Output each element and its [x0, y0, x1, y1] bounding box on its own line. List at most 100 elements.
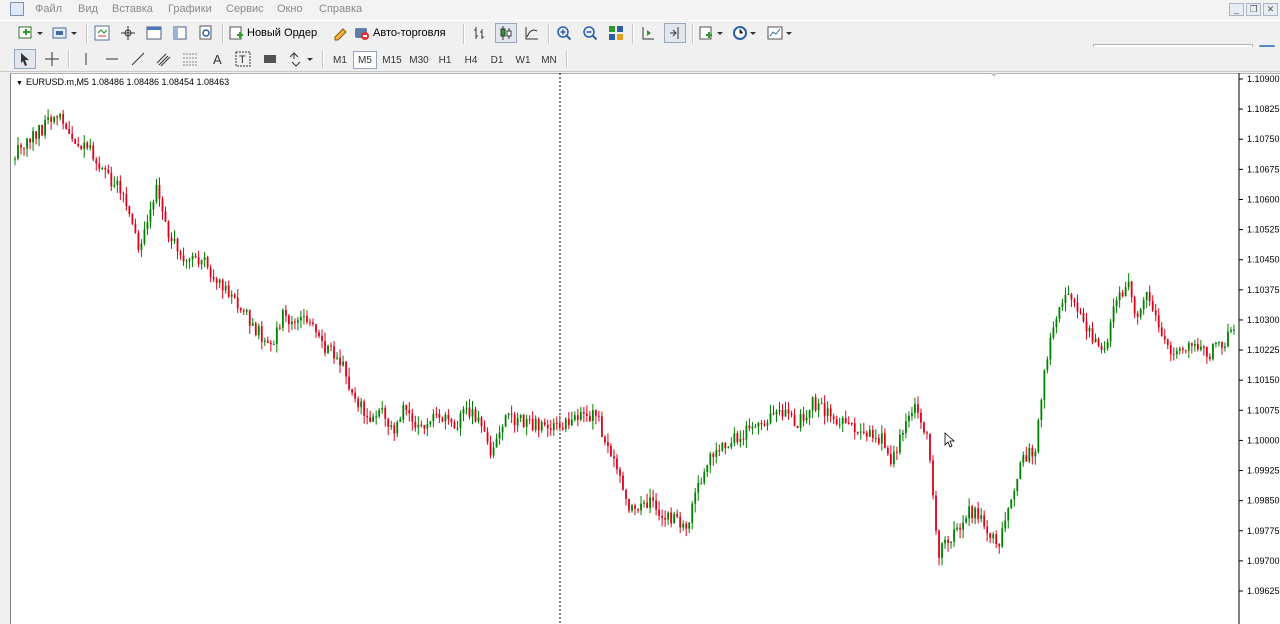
candle-body — [579, 412, 582, 420]
candle-body — [71, 133, 74, 140]
market-watch-button[interactable] — [92, 23, 112, 43]
candle-body — [1082, 313, 1085, 322]
candle-body — [751, 426, 754, 429]
fibonacci-button[interactable] — [180, 49, 200, 69]
tf-m15[interactable]: M15 — [379, 51, 405, 69]
trendline-button[interactable] — [128, 49, 148, 69]
tf-m5[interactable]: M5 — [353, 51, 377, 69]
candle-body — [1193, 344, 1196, 346]
menu-help[interactable]: Справка — [319, 3, 362, 15]
candle-body — [459, 413, 462, 429]
menu-window[interactable]: Окно — [277, 3, 303, 15]
new-order-button[interactable]: Новый Ордер — [228, 23, 324, 43]
cursor-button[interactable] — [14, 49, 36, 69]
candle-body — [673, 513, 676, 524]
candle-body — [450, 418, 453, 423]
candle-body — [381, 407, 384, 410]
tf-h1[interactable]: H1 — [433, 51, 457, 69]
chart-shift-button[interactable] — [664, 23, 686, 43]
candle-body — [1184, 349, 1187, 351]
candle-body — [826, 408, 829, 416]
candle-body — [176, 238, 179, 252]
candle-body — [622, 475, 624, 490]
zoom-in-button[interactable] — [554, 23, 574, 43]
candle-body — [432, 413, 435, 422]
line-chart-button[interactable] — [522, 23, 542, 43]
price-label: 1.10075 — [1247, 405, 1280, 415]
collapse-triangle-icon[interactable]: ▼ — [16, 80, 23, 87]
templates-button[interactable] — [765, 23, 795, 43]
menu-file[interactable]: Файл — [35, 3, 62, 15]
profiles-button[interactable] — [50, 23, 80, 43]
minimize-button[interactable]: _ — [1229, 3, 1244, 16]
candle-body — [519, 415, 522, 419]
candle-body — [257, 326, 260, 335]
standard-toolbar: Новый Ордер Авто-торговля — [0, 20, 1280, 63]
indicators-button[interactable] — [698, 23, 726, 43]
arrows-button[interactable] — [286, 49, 316, 69]
tf-m30[interactable]: M30 — [406, 51, 432, 69]
channel-button[interactable] — [154, 49, 174, 69]
candle-body — [862, 431, 865, 433]
tf-w1[interactable]: W1 — [511, 51, 535, 69]
candle-body — [582, 412, 585, 414]
auto-trading-button[interactable]: Авто-торговля — [354, 23, 456, 43]
price-label: 1.09775 — [1247, 526, 1280, 536]
vertical-line-button[interactable] — [76, 49, 96, 69]
candle-body — [573, 415, 576, 420]
menu-charts[interactable]: Графики — [168, 3, 212, 15]
tf-m1[interactable]: M1 — [328, 51, 352, 69]
strategy-tester-button[interactable] — [196, 23, 216, 43]
text-button[interactable]: A — [208, 49, 228, 69]
tf-mn[interactable]: MN — [537, 51, 561, 69]
menu-view[interactable]: Вид — [78, 3, 98, 15]
tile-windows-button[interactable] — [606, 23, 626, 43]
terminal-button[interactable] — [144, 23, 164, 43]
bar-chart-button[interactable] — [470, 23, 490, 43]
app-icon[interactable] — [10, 2, 24, 16]
text-label-button[interactable]: T — [233, 49, 253, 69]
menu-insert[interactable]: Вставка — [112, 3, 153, 15]
horizontal-line-button[interactable] — [102, 49, 122, 69]
navigator-button[interactable] — [118, 23, 138, 43]
close-button[interactable]: ✕ — [1263, 3, 1278, 16]
candle-body — [610, 445, 612, 457]
auto-scroll-button[interactable] — [638, 23, 658, 43]
crosshair-button[interactable] — [42, 49, 62, 69]
candle-body — [1169, 344, 1172, 355]
candle-body — [342, 361, 344, 366]
candle-body — [685, 523, 688, 529]
candle-body — [179, 251, 182, 256]
tf-h4[interactable]: H4 — [459, 51, 483, 69]
candlestick-chart-button[interactable] — [495, 23, 517, 43]
rectangle-button[interactable] — [260, 49, 280, 69]
candle-body — [1172, 354, 1175, 356]
periods-button[interactable] — [731, 23, 759, 43]
candle-body — [98, 163, 101, 169]
svg-text:A: A — [213, 52, 222, 66]
candle-body — [986, 526, 989, 534]
candle-body — [883, 433, 886, 449]
candle-body — [567, 418, 570, 426]
candle-body — [212, 276, 215, 280]
tf-d1[interactable]: D1 — [485, 51, 509, 69]
candle-body — [239, 308, 242, 311]
restore-button[interactable]: ❐ — [1246, 3, 1261, 16]
zoom-out-button[interactable] — [580, 23, 600, 43]
candle-body — [26, 138, 28, 149]
candle-body — [1088, 328, 1091, 332]
metaeditor-button[interactable] — [330, 23, 350, 43]
candle-body — [167, 221, 170, 238]
data-window-button[interactable] — [170, 23, 190, 43]
candle-body — [1091, 328, 1094, 343]
candle-body — [128, 206, 131, 214]
candle-body — [20, 145, 22, 148]
chart-shift-icon — [670, 27, 679, 39]
candlestick-chart[interactable]: 1.10900 1.10825 1.10750 1.10675 1.10600 1.105… — [10, 73, 1280, 624]
candle-body — [646, 502, 648, 508]
candle-body — [1112, 306, 1115, 323]
menu-tools[interactable]: Сервис — [226, 3, 264, 15]
zoom-in-icon — [557, 26, 572, 41]
candle-body — [245, 310, 248, 312]
new-chart-button[interactable] — [16, 23, 46, 43]
